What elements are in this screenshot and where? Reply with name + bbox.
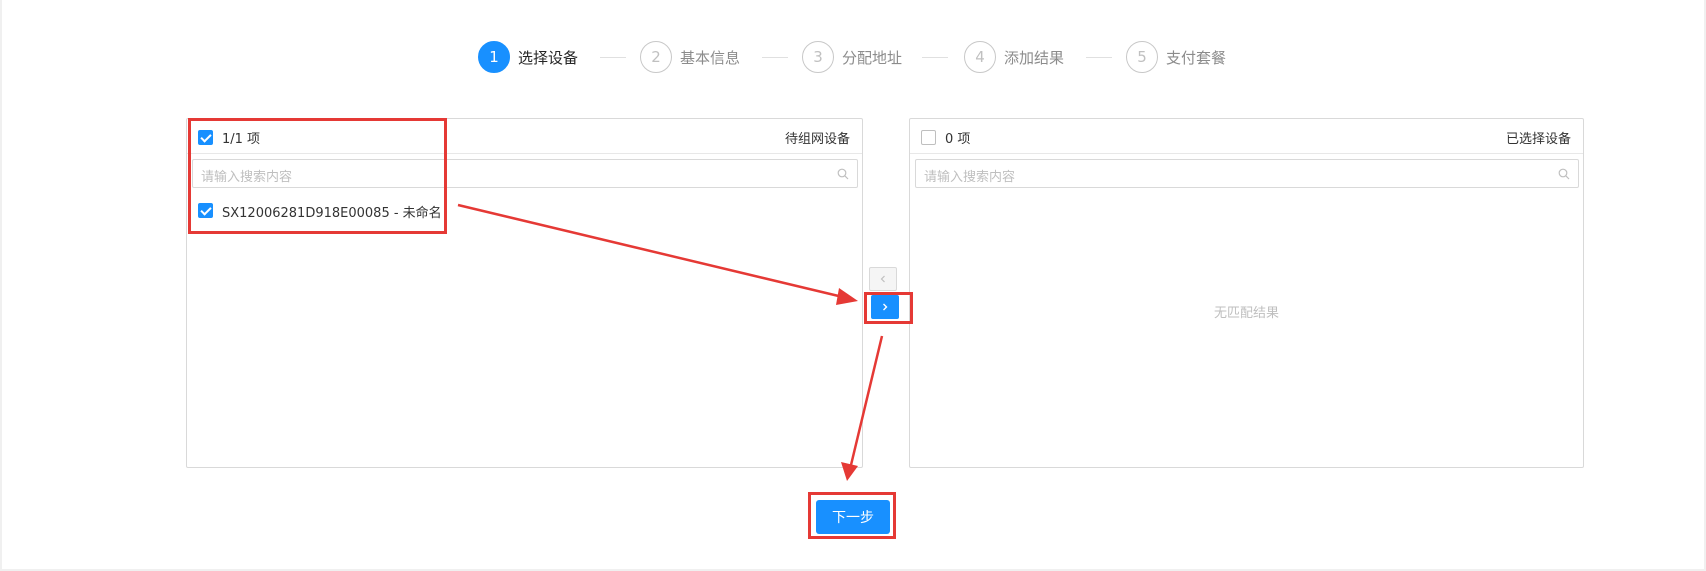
step-connector	[1086, 57, 1112, 58]
step-5: 5 支付套餐	[1126, 41, 1226, 73]
step-1-label: 选择设备	[518, 48, 579, 67]
next-step-button[interactable]: 下一步	[816, 500, 890, 534]
step-5-label: 支付套餐	[1166, 48, 1227, 67]
search-icon	[1558, 168, 1570, 180]
move-right-button[interactable]	[871, 295, 899, 319]
source-search-placeholder: 请输入搜索内容	[201, 170, 293, 185]
step-4-label: 添加结果	[1004, 48, 1065, 67]
target-panel: 0 项 已选择设备 请输入搜索内容 无匹配结果	[909, 118, 1584, 468]
step-5-number: 5	[1126, 41, 1158, 73]
page: 1 选择设备 2 基本信息 3 分配地址 4 添加结果 5 支付套餐 1/1 项…	[2, 0, 1704, 569]
step-4: 4 添加结果	[964, 41, 1064, 73]
step-connector	[922, 57, 948, 58]
chevron-left-icon	[880, 275, 885, 283]
step-connector	[762, 57, 788, 58]
step-connector	[600, 57, 626, 58]
step-2-number: 2	[640, 41, 672, 73]
chevron-right-icon	[883, 303, 888, 311]
step-4-number: 4	[964, 41, 996, 73]
search-icon	[837, 168, 849, 180]
target-search-input[interactable]: 请输入搜索内容	[915, 159, 1579, 188]
step-1-number: 1	[478, 41, 510, 73]
step-1: 1 选择设备	[478, 41, 578, 73]
step-2-label: 基本信息	[680, 48, 741, 67]
step-3: 3 分配地址	[802, 41, 902, 73]
steps-bar: 1 选择设备 2 基本信息 3 分配地址 4 添加结果 5 支付套餐	[2, 38, 1704, 74]
target-panel-header: 0 项 已选择设备	[910, 119, 1583, 154]
select-all-checkbox[interactable]	[198, 130, 213, 145]
source-panel-header: 1/1 项 待组网设备	[187, 119, 862, 154]
step-3-label: 分配地址	[842, 48, 903, 67]
target-panel-title: 已选择设备	[1505, 132, 1571, 147]
move-left-button[interactable]	[869, 267, 897, 291]
source-panel: 1/1 项 待组网设备 请输入搜索内容 SX12006281D918E00085…	[186, 118, 863, 468]
list-item[interactable]: SX12006281D918E00085 - 未命名	[187, 197, 862, 225]
empty-result-text: 无匹配结果	[1213, 306, 1279, 321]
step-2: 2 基本信息	[640, 41, 740, 73]
item-checkbox[interactable]	[198, 203, 213, 218]
source-panel-title: 待组网设备	[784, 132, 850, 147]
select-all-checkbox[interactable]	[921, 130, 936, 145]
target-search-placeholder: 请输入搜索内容	[924, 170, 1016, 185]
source-search-input[interactable]: 请输入搜索内容	[192, 159, 858, 188]
step-3-number: 3	[802, 41, 834, 73]
device-label: SX12006281D918E00085 - 未命名	[222, 206, 442, 221]
source-count: 1/1 项	[222, 132, 261, 147]
target-count: 0 项	[945, 132, 971, 147]
